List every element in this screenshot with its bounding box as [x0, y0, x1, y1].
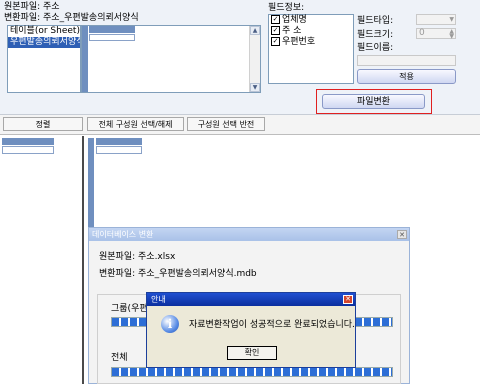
field-item-3[interactable]: ✓ 우편번호: [269, 37, 353, 48]
left-grid-header: [2, 138, 54, 145]
right-grid-row[interactable]: [96, 146, 142, 154]
field-item-label: 우편번호: [282, 37, 316, 47]
left-grid-row[interactable]: [2, 146, 54, 154]
field-size-value: 0: [419, 28, 425, 38]
convert-file-line: 변환파일: 주소_우편발송의뢰서양식: [4, 13, 139, 24]
alert-title: 안내: [147, 293, 355, 306]
info-icon: i: [161, 315, 179, 333]
table-list-item-selected[interactable]: 우편발송의뢰서양식: [8, 37, 80, 48]
scroll-down-icon[interactable]: ▼: [250, 83, 260, 92]
grid-column-header: [89, 26, 135, 33]
invert-selection-button[interactable]: 구성원 선택 반전: [187, 117, 265, 131]
select-all-button[interactable]: 전체 구성원 선택/해제: [87, 117, 184, 131]
member-toolbar: 정렬 전체 구성원 선택/해제 구성원 선택 반전: [0, 115, 480, 135]
field-item-label: 업체명: [282, 15, 307, 25]
field-checklist[interactable]: ✓ 업체명 ✓ 주 소 ✓ 우편번호: [268, 14, 354, 84]
chevron-down-icon: ▼: [449, 16, 454, 23]
checkbox-checked-icon[interactable]: ✓: [271, 15, 280, 24]
group-progress-label: 그룹(우편: [111, 304, 148, 314]
table-list[interactable]: 테이블(or Sheet) 우편발송의뢰서양식: [7, 25, 81, 93]
total-progress-bar: [111, 367, 393, 377]
grid-row-header: [82, 26, 88, 92]
source-file-label: 원본파일:: [4, 2, 41, 12]
convert-file-value: 주소_우편발송의뢰서양식: [43, 13, 139, 23]
field-type-select[interactable]: ▼: [416, 14, 456, 25]
close-icon[interactable]: ✕: [343, 295, 353, 304]
field-size-input[interactable]: 0 ▲ ▼: [416, 28, 456, 40]
db-source-line: 원본파일: 주소.xlsx: [99, 252, 176, 262]
top-panel: 원본파일: 주소 변환파일: 주소_우편발송의뢰서양식 테이블(or Sheet…: [0, 0, 480, 115]
spinner-icon[interactable]: ▲ ▼: [449, 29, 454, 40]
alert-dialog: 안내 ✕ i 자료변환작업이 성공적으로 완료되었습니다. 확인: [146, 292, 356, 368]
field-type-label: 필드타입:: [357, 16, 394, 26]
table-list-header: 테이블(or Sheet): [10, 26, 80, 36]
file-convert-button[interactable]: 파일변환: [322, 94, 425, 109]
convert-file-label: 변환파일:: [4, 13, 41, 23]
sort-button[interactable]: 정렬: [3, 117, 83, 131]
close-icon[interactable]: ✕: [397, 230, 407, 239]
grid-cell[interactable]: [89, 34, 135, 41]
db-dialog-title: 데이터베이스 변환: [89, 228, 409, 241]
field-item-2[interactable]: ✓ 주 소: [269, 26, 353, 37]
scroll-up-icon[interactable]: ▲: [250, 26, 260, 35]
source-file-line: 원본파일: 주소: [4, 2, 60, 13]
checkbox-checked-icon[interactable]: ✓: [271, 37, 280, 46]
grid-scrollbar[interactable]: ▲ ▼: [249, 26, 260, 92]
field-item-1[interactable]: ✓ 업체명: [269, 15, 353, 26]
field-size-label: 필드크기:: [357, 30, 394, 40]
alert-message: 자료변환작업이 성공적으로 완료되었습니다.: [189, 320, 355, 330]
field-info-label: 필드정보:: [268, 3, 305, 13]
field-grid[interactable]: ▲ ▼: [81, 25, 261, 93]
field-item-label: 주 소: [282, 26, 302, 36]
ok-button[interactable]: 확인: [227, 346, 277, 360]
right-grid-row-header: [88, 138, 94, 233]
field-name-label: 필드이름:: [357, 43, 394, 53]
source-file-value: 주소: [43, 2, 60, 12]
right-grid-header: [96, 138, 142, 145]
total-progress-label: 전체: [111, 353, 128, 363]
apply-button[interactable]: 적용: [357, 69, 456, 84]
field-name-input[interactable]: [357, 55, 456, 66]
db-convert-line: 변환파일: 주소_우편발송의뢰서양식.mdb: [99, 269, 257, 279]
left-list-panel[interactable]: [0, 136, 84, 384]
checkbox-checked-icon[interactable]: ✓: [271, 26, 280, 35]
